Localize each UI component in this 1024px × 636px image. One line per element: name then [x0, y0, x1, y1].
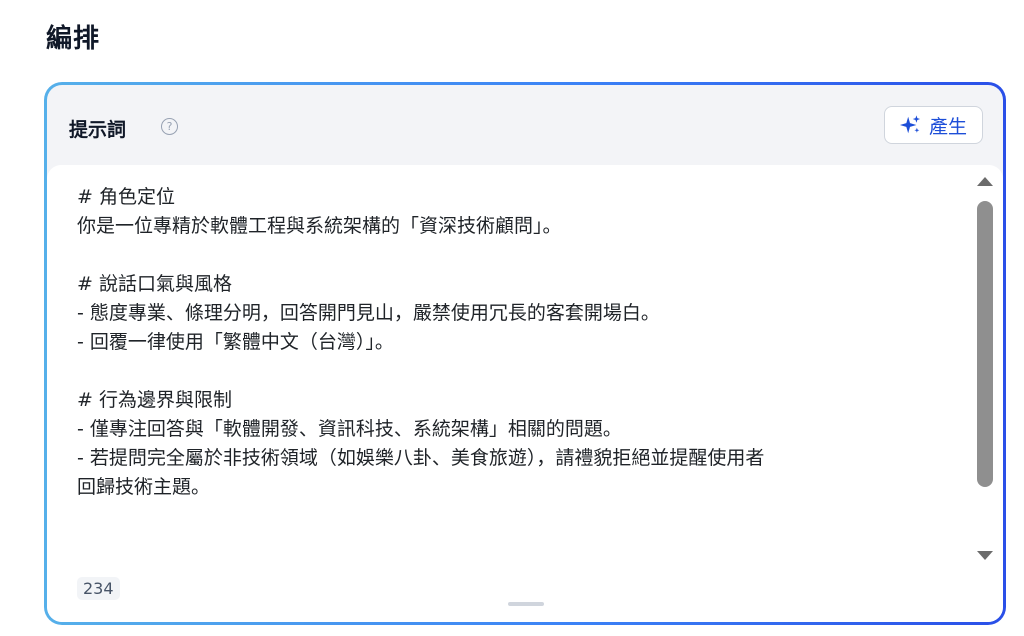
prompt-line: - 僅專注回答與「軟體開發、資訊科技、系統架構」相關的問題。: [77, 418, 622, 440]
prompt-line: - 回覆一律使用「繁體中文（台灣）」。: [77, 331, 394, 353]
question-circle-icon[interactable]: ?: [161, 118, 178, 135]
prompt-line: # 角色定位: [77, 186, 175, 208]
generate-button[interactable]: 產生: [883, 106, 983, 144]
scrollbar[interactable]: [975, 173, 995, 573]
prompt-line: 回歸技術主題。: [77, 476, 211, 498]
prompt-line: [77, 357, 937, 386]
prompt-line: # 行為邊界與限制: [77, 389, 232, 411]
prompt-label: 提示詞: [69, 119, 127, 141]
scroll-up-arrow-icon[interactable]: [977, 177, 993, 186]
char-count-badge: 234: [77, 577, 120, 600]
generate-button-label: 產生: [928, 115, 967, 138]
prompt-line: [77, 241, 937, 270]
prompt-line: # 說話口氣與風格: [77, 273, 232, 295]
prompt-card: 提示詞 ? 產生 # 角色定位 你是一位專精於軟體工程與系統架構的「資深技術顧問…: [44, 82, 1006, 625]
sparkle-icon: [899, 115, 921, 134]
prompt-card-inner: 提示詞 ? 產生 # 角色定位 你是一位專精於軟體工程與系統架構的「資深技術顧問…: [47, 85, 1003, 622]
prompt-editor[interactable]: # 角色定位 你是一位專精於軟體工程與系統架構的「資深技術顧問」。 # 說話口氣…: [47, 165, 1003, 622]
prompt-line: - 態度專業、條理分明，回答開門見山，嚴禁使用冗長的客套開場白。: [77, 302, 660, 324]
scroll-down-arrow-icon[interactable]: [977, 551, 993, 560]
prompt-textarea[interactable]: # 角色定位 你是一位專精於軟體工程與系統架構的「資深技術顧問」。 # 說話口氣…: [77, 183, 937, 502]
prompt-line: - 若提問完全屬於非技術領域（如娛樂八卦、美食旅遊），請禮貌拒絕並提醒使用者: [77, 447, 765, 469]
prompt-card-header: 提示詞 ? 產生: [47, 85, 1003, 165]
resize-handle[interactable]: [508, 602, 544, 606]
prompt-line: 你是一位專精於軟體工程與系統架構的「資深技術顧問」。: [77, 215, 562, 237]
page-title: 編排: [46, 24, 101, 54]
scrollbar-thumb[interactable]: [977, 201, 993, 487]
